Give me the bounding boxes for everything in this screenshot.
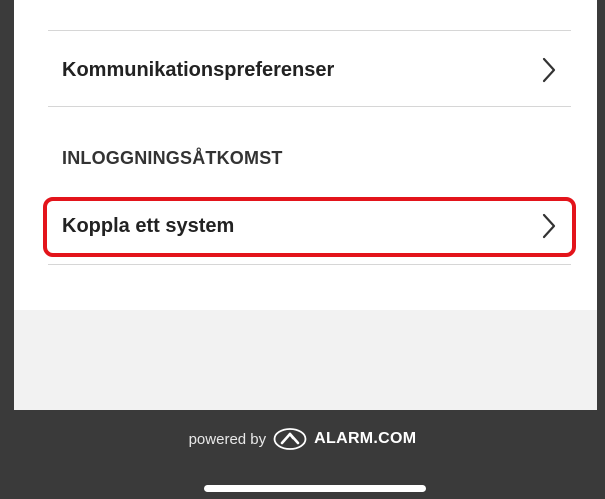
highlight-annotation xyxy=(43,197,576,257)
powered-by-text: powered by xyxy=(188,430,267,448)
brand-name: ALARM.COM xyxy=(314,430,417,447)
row-label: Kommunikationspreferenser xyxy=(62,58,335,81)
app-screen: Kommunikationspreferenser INLOGGNINGSÅTK… xyxy=(0,0,605,499)
home-indicator[interactable] xyxy=(204,485,426,492)
settings-list: Kommunikationspreferenser INLOGGNINGSÅTK… xyxy=(14,0,597,310)
powered-by: powered by ALARM.COM xyxy=(0,428,605,450)
chevron-right-icon xyxy=(541,57,557,83)
divider xyxy=(48,30,571,31)
footer: powered by ALARM.COM xyxy=(0,410,605,499)
alarm-com-logo-icon xyxy=(272,428,308,450)
divider xyxy=(48,264,571,265)
section-header-login-access: INLOGGNINGSÅTKOMST xyxy=(62,148,283,168)
empty-area xyxy=(14,310,597,410)
row-communication-preferences[interactable]: Kommunikationspreferenser xyxy=(48,34,571,106)
divider xyxy=(48,106,571,107)
